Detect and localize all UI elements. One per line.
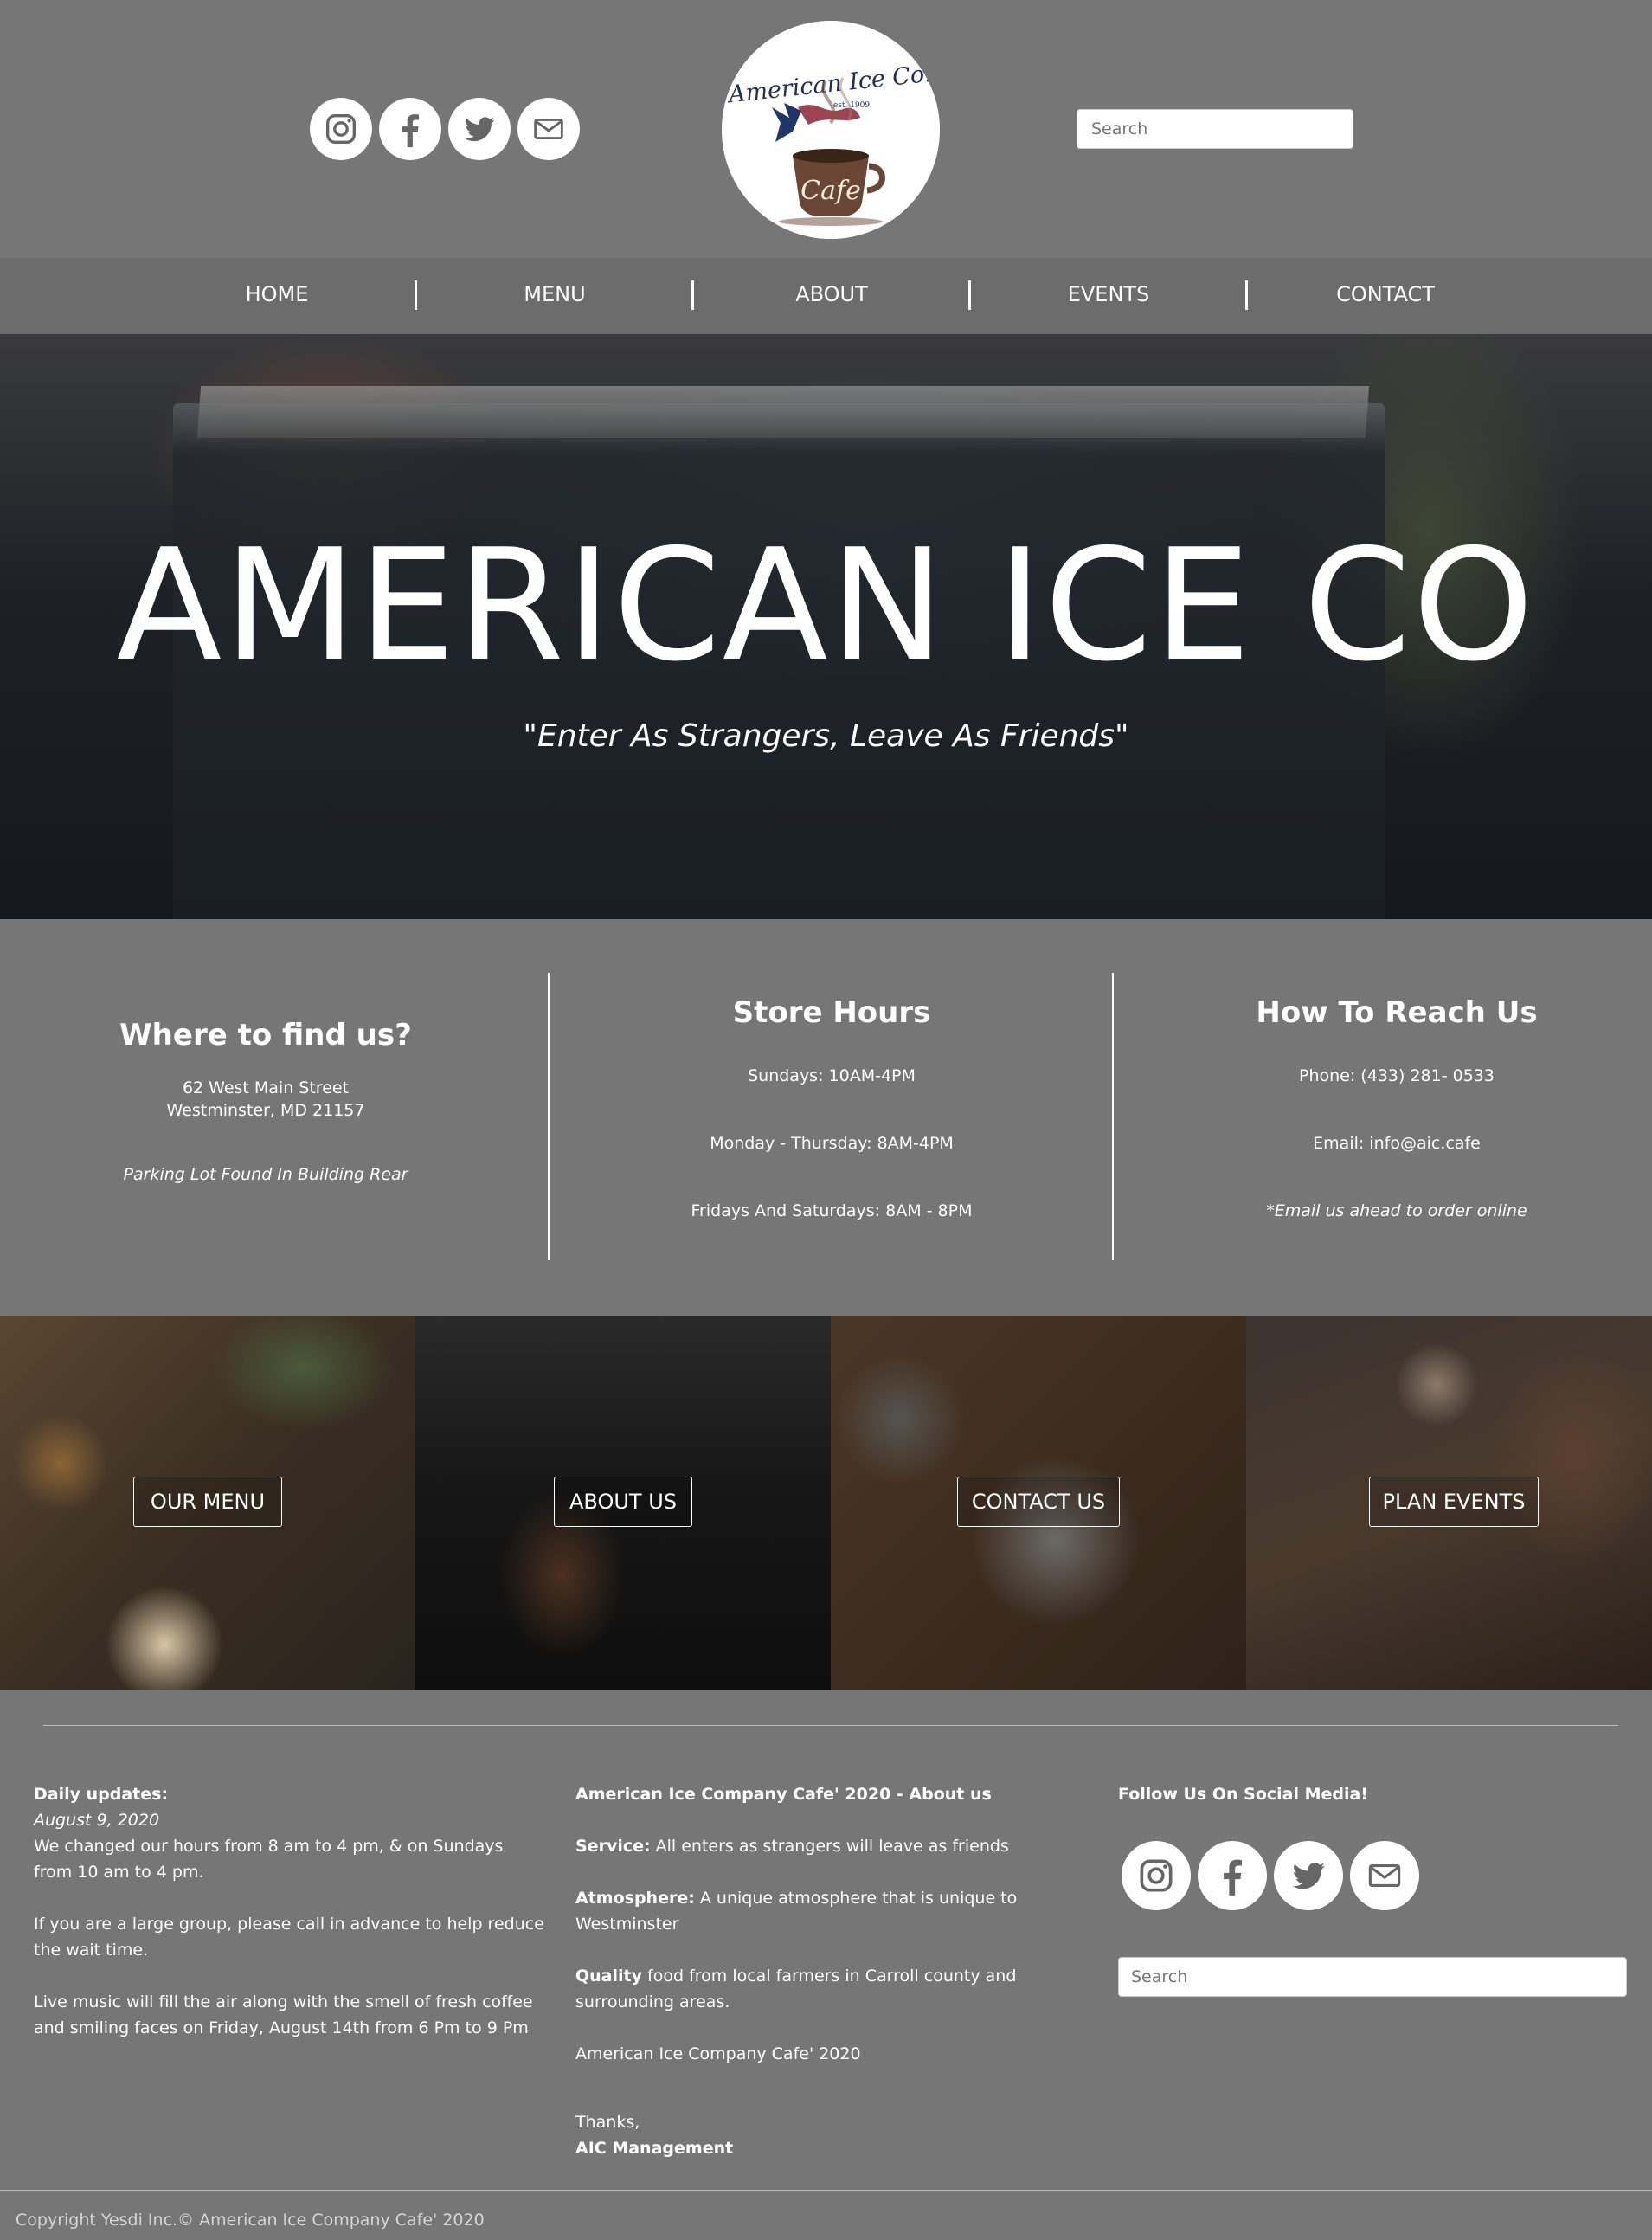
search-input-top[interactable]	[1077, 109, 1353, 149]
hero-title: AMERICAN ICE CO	[116, 516, 1536, 695]
site-header: American Ice Co. est. 1909 Cafe	[0, 0, 1652, 258]
tile-events-image[interactable]: PLAN EVENTS	[1246, 1316, 1652, 1690]
twitter-icon[interactable]	[448, 98, 511, 160]
facebook-icon[interactable]	[1198, 1841, 1267, 1910]
hours-sunday: Sundays: 10AM-4PM	[748, 1066, 916, 1085]
about-signoff: AIC Management	[575, 2139, 734, 2158]
hours-mon-thu: Monday - Thursday: 8AM-4PM	[710, 1134, 954, 1153]
column-divider	[548, 973, 550, 1260]
updates-title: Daily updates:	[34, 1785, 169, 1804]
address-street: 62 West Main Street	[182, 1078, 350, 1097]
about-thanks: Thanks,	[575, 2113, 640, 2132]
hours-fri-sat: Fridays And Saturdays: 8AM - 8PM	[691, 1201, 973, 1220]
email-icon[interactable]	[1350, 1841, 1419, 1910]
copyright-text: Copyright Yesdi Inc.© American Ice Compa…	[16, 2211, 485, 2230]
tile-about-image[interactable]: ABOUT US	[415, 1316, 831, 1690]
nav-contact[interactable]: CONTACT	[1247, 282, 1524, 306]
parking-note: Parking Lot Found In Building Rear	[123, 1165, 408, 1184]
updates-live-music: Live music will fill the air along with …	[34, 1992, 533, 2037]
footer-divider	[43, 1725, 1618, 1726]
about-us-footer: American Ice Company Cafe' 2020 - About …	[575, 1781, 1095, 2161]
social-links-footer	[1122, 1841, 1419, 1910]
hours-column: Store Hours Sundays: 10AM-4PM Monday - T…	[635, 995, 1028, 1220]
contact-phone: Phone: (433) 281- 0533	[1299, 1066, 1495, 1085]
address-city: Westminster, MD 21157	[166, 1101, 365, 1120]
hero-tagline: "Enter As Strangers, Leave As Friends"	[523, 718, 1129, 754]
instagram-icon[interactable]	[1122, 1841, 1191, 1910]
search-input-footer[interactable]	[1118, 1957, 1627, 1997]
updates-date: August 9, 2020	[34, 1811, 160, 1830]
hero-banner: AMERICAN ICE CO "Enter As Strangers, Lea…	[0, 334, 1652, 919]
copyright-divider	[0, 2190, 1652, 2191]
tile-contact-image[interactable]: CONTACT US	[831, 1316, 1246, 1690]
social-links-top	[310, 98, 580, 160]
about-service: Service: All enters as strangers will le…	[575, 1837, 1009, 1856]
about-quality: Quality food from local farmers in Carro…	[575, 1966, 1017, 2011]
follow-us: Follow Us On Social Media!	[1118, 1781, 1637, 1807]
facebook-icon[interactable]	[379, 98, 441, 160]
hero-cups-tray	[196, 386, 1370, 438]
column-divider	[1112, 973, 1114, 1260]
daily-updates: Daily updates: August 9, 2020 We changed…	[34, 1781, 544, 2041]
nav-home[interactable]: HOME	[138, 282, 415, 306]
updates-hours: We changed our hours from 8 am to 4 pm, …	[34, 1837, 504, 1882]
email-icon[interactable]	[517, 98, 580, 160]
about-us-button[interactable]: ABOUT US	[554, 1477, 692, 1527]
tile-menu-image[interactable]: OUR MENU	[0, 1316, 415, 1690]
about-line: American Ice Company Cafe' 2020	[575, 2044, 861, 2063]
updates-large-group: If you are a large group, please call in…	[34, 1915, 544, 1960]
follow-title: Follow Us On Social Media!	[1118, 1785, 1369, 1804]
about-atmosphere: Atmosphere: A unique atmosphere that is …	[575, 1889, 1018, 1934]
our-menu-button[interactable]: OUR MENU	[133, 1477, 282, 1527]
contact-column: How To Reach Us Phone: (433) 281- 0533 E…	[1200, 995, 1593, 1220]
plan-events-button[interactable]: PLAN EVENTS	[1369, 1477, 1539, 1527]
location-column: Where to find us? 62 West Main Street We…	[69, 1018, 462, 1184]
about-title: American Ice Company Cafe' 2020 - About …	[575, 1785, 992, 1804]
order-online-note: *Email us ahead to order online	[1266, 1201, 1527, 1220]
nav-menu[interactable]: MENU	[416, 282, 693, 306]
logo-cup-text: Cafe	[800, 176, 861, 206]
contact-heading: How To Reach Us	[1256, 995, 1538, 1030]
contact-us-button[interactable]: CONTACT US	[957, 1477, 1120, 1527]
main-nav: HOME MENU ABOUT EVENTS CONTACT	[0, 258, 1652, 334]
twitter-icon[interactable]	[1274, 1841, 1343, 1910]
site-logo[interactable]: American Ice Co. est. 1909 Cafe	[722, 21, 940, 239]
hours-heading: Store Hours	[732, 995, 931, 1030]
nav-events[interactable]: EVENTS	[970, 282, 1247, 306]
nav-about[interactable]: ABOUT	[693, 282, 970, 306]
instagram-icon[interactable]	[310, 98, 372, 160]
location-heading: Where to find us?	[119, 1018, 412, 1052]
contact-email: Email: info@aic.cafe	[1313, 1134, 1481, 1153]
